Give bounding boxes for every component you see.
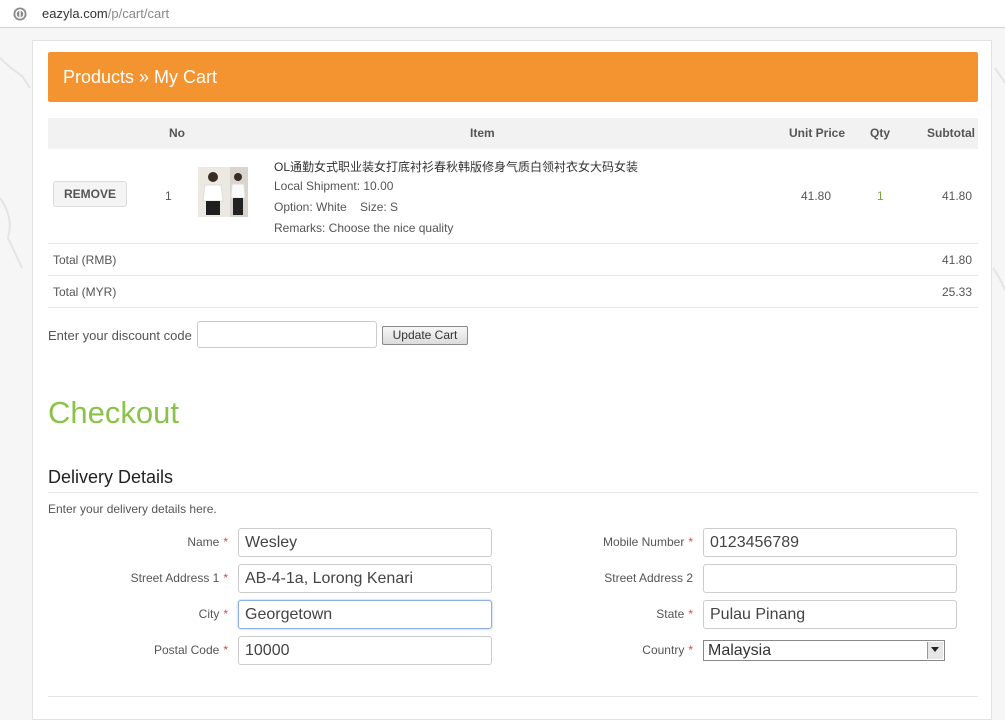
required-mark: * (223, 535, 228, 549)
discount-code-input[interactable] (197, 321, 377, 348)
address-bar[interactable]: eazyla.com/p/cart/cart (0, 0, 1005, 28)
postal-code-field[interactable]: 10000 (238, 636, 492, 665)
total-rmb-row: Total (RMB) 41.80 (48, 244, 978, 276)
item-qty: 1 (877, 189, 884, 203)
mobile-label: Mobile Number * (602, 535, 693, 549)
required-mark: * (223, 643, 228, 657)
product-thumbnail[interactable] (198, 167, 248, 217)
required-mark: * (223, 571, 228, 585)
total-myr-value: 25.33 (942, 285, 973, 299)
col-no: No (169, 126, 185, 140)
total-myr-row: Total (MYR) 25.33 (48, 276, 978, 308)
name-label: Name * (187, 535, 228, 549)
item-no: 1 (165, 189, 172, 203)
country-select[interactable]: Malaysia (703, 640, 945, 661)
url-text[interactable]: eazyla.com/p/cart/cart (42, 6, 169, 21)
discount-label: Enter your discount code (48, 328, 192, 343)
cart-table-header: No Item Unit Price Qty Subtotal (48, 118, 978, 149)
mobile-number-field[interactable]: 0123456789 (703, 528, 957, 557)
street1-label: Street Address 1 * (130, 571, 228, 585)
table-row: REMOVE 1 OL通勤女式职业装女打底衬衫春秋韩版修身气质白领衬衣女大码女装… (48, 149, 978, 244)
dropdown-arrow-icon[interactable] (927, 642, 943, 659)
total-rmb-value: 41.80 (942, 253, 973, 267)
postal-code-label: Postal Code * (153, 643, 228, 657)
checkout-heading: Checkout (48, 395, 179, 430)
total-rmb-label: Total (RMB) (53, 253, 117, 267)
required-mark: * (223, 607, 228, 621)
item-remarks: Remarks: Choose the nice quality (274, 221, 454, 235)
item-option: Option: White Size: S (274, 200, 399, 214)
state-label: State * (656, 607, 693, 621)
country-selected-value: Malaysia (708, 642, 772, 659)
page-banner: Products » My Cart (48, 52, 978, 102)
country-label: Country * (642, 643, 693, 657)
required-mark: * (688, 535, 693, 549)
col-qty: Qty (870, 126, 891, 140)
site-info-icon[interactable] (13, 7, 27, 21)
col-unit-price: Unit Price (789, 126, 846, 140)
delivery-details-heading: Delivery Details (48, 467, 174, 487)
street-address-2-field[interactable] (703, 564, 957, 593)
item-unit-price: 41.80 (801, 189, 832, 203)
cart-page: Products » My Cart No Item Unit Price Qt… (32, 40, 992, 720)
item-subtotal: 41.80 (942, 189, 973, 203)
update-cart-button[interactable]: Update Cart (382, 326, 468, 345)
divider (48, 696, 978, 697)
col-subtotal: Subtotal (927, 126, 975, 140)
city-label: City * (198, 607, 228, 621)
delivery-description: Enter your delivery details here. (48, 502, 217, 516)
street-address-1-field[interactable]: AB-4-1a, Lorong Kenari (238, 564, 492, 593)
item-name[interactable]: OL通勤女式职业装女打底衬衫春秋韩版修身气质白领衬衣女大码女装 (274, 158, 638, 175)
city-field[interactable]: Georgetown (238, 600, 492, 629)
product-image-icon (198, 167, 248, 217)
state-field[interactable]: Pulau Pinang (703, 600, 957, 629)
divider (48, 492, 978, 493)
street2-label: Street Address 2 (604, 571, 693, 585)
required-mark: * (688, 643, 693, 657)
total-myr-label: Total (MYR) (53, 285, 117, 299)
page-title: Products » My Cart (63, 67, 218, 87)
col-item: Item (470, 126, 495, 140)
item-shipment: Local Shipment: 10.00 (274, 179, 394, 193)
required-mark: * (688, 607, 693, 621)
remove-button[interactable]: REMOVE (53, 181, 127, 207)
name-field[interactable]: Wesley (238, 528, 492, 557)
